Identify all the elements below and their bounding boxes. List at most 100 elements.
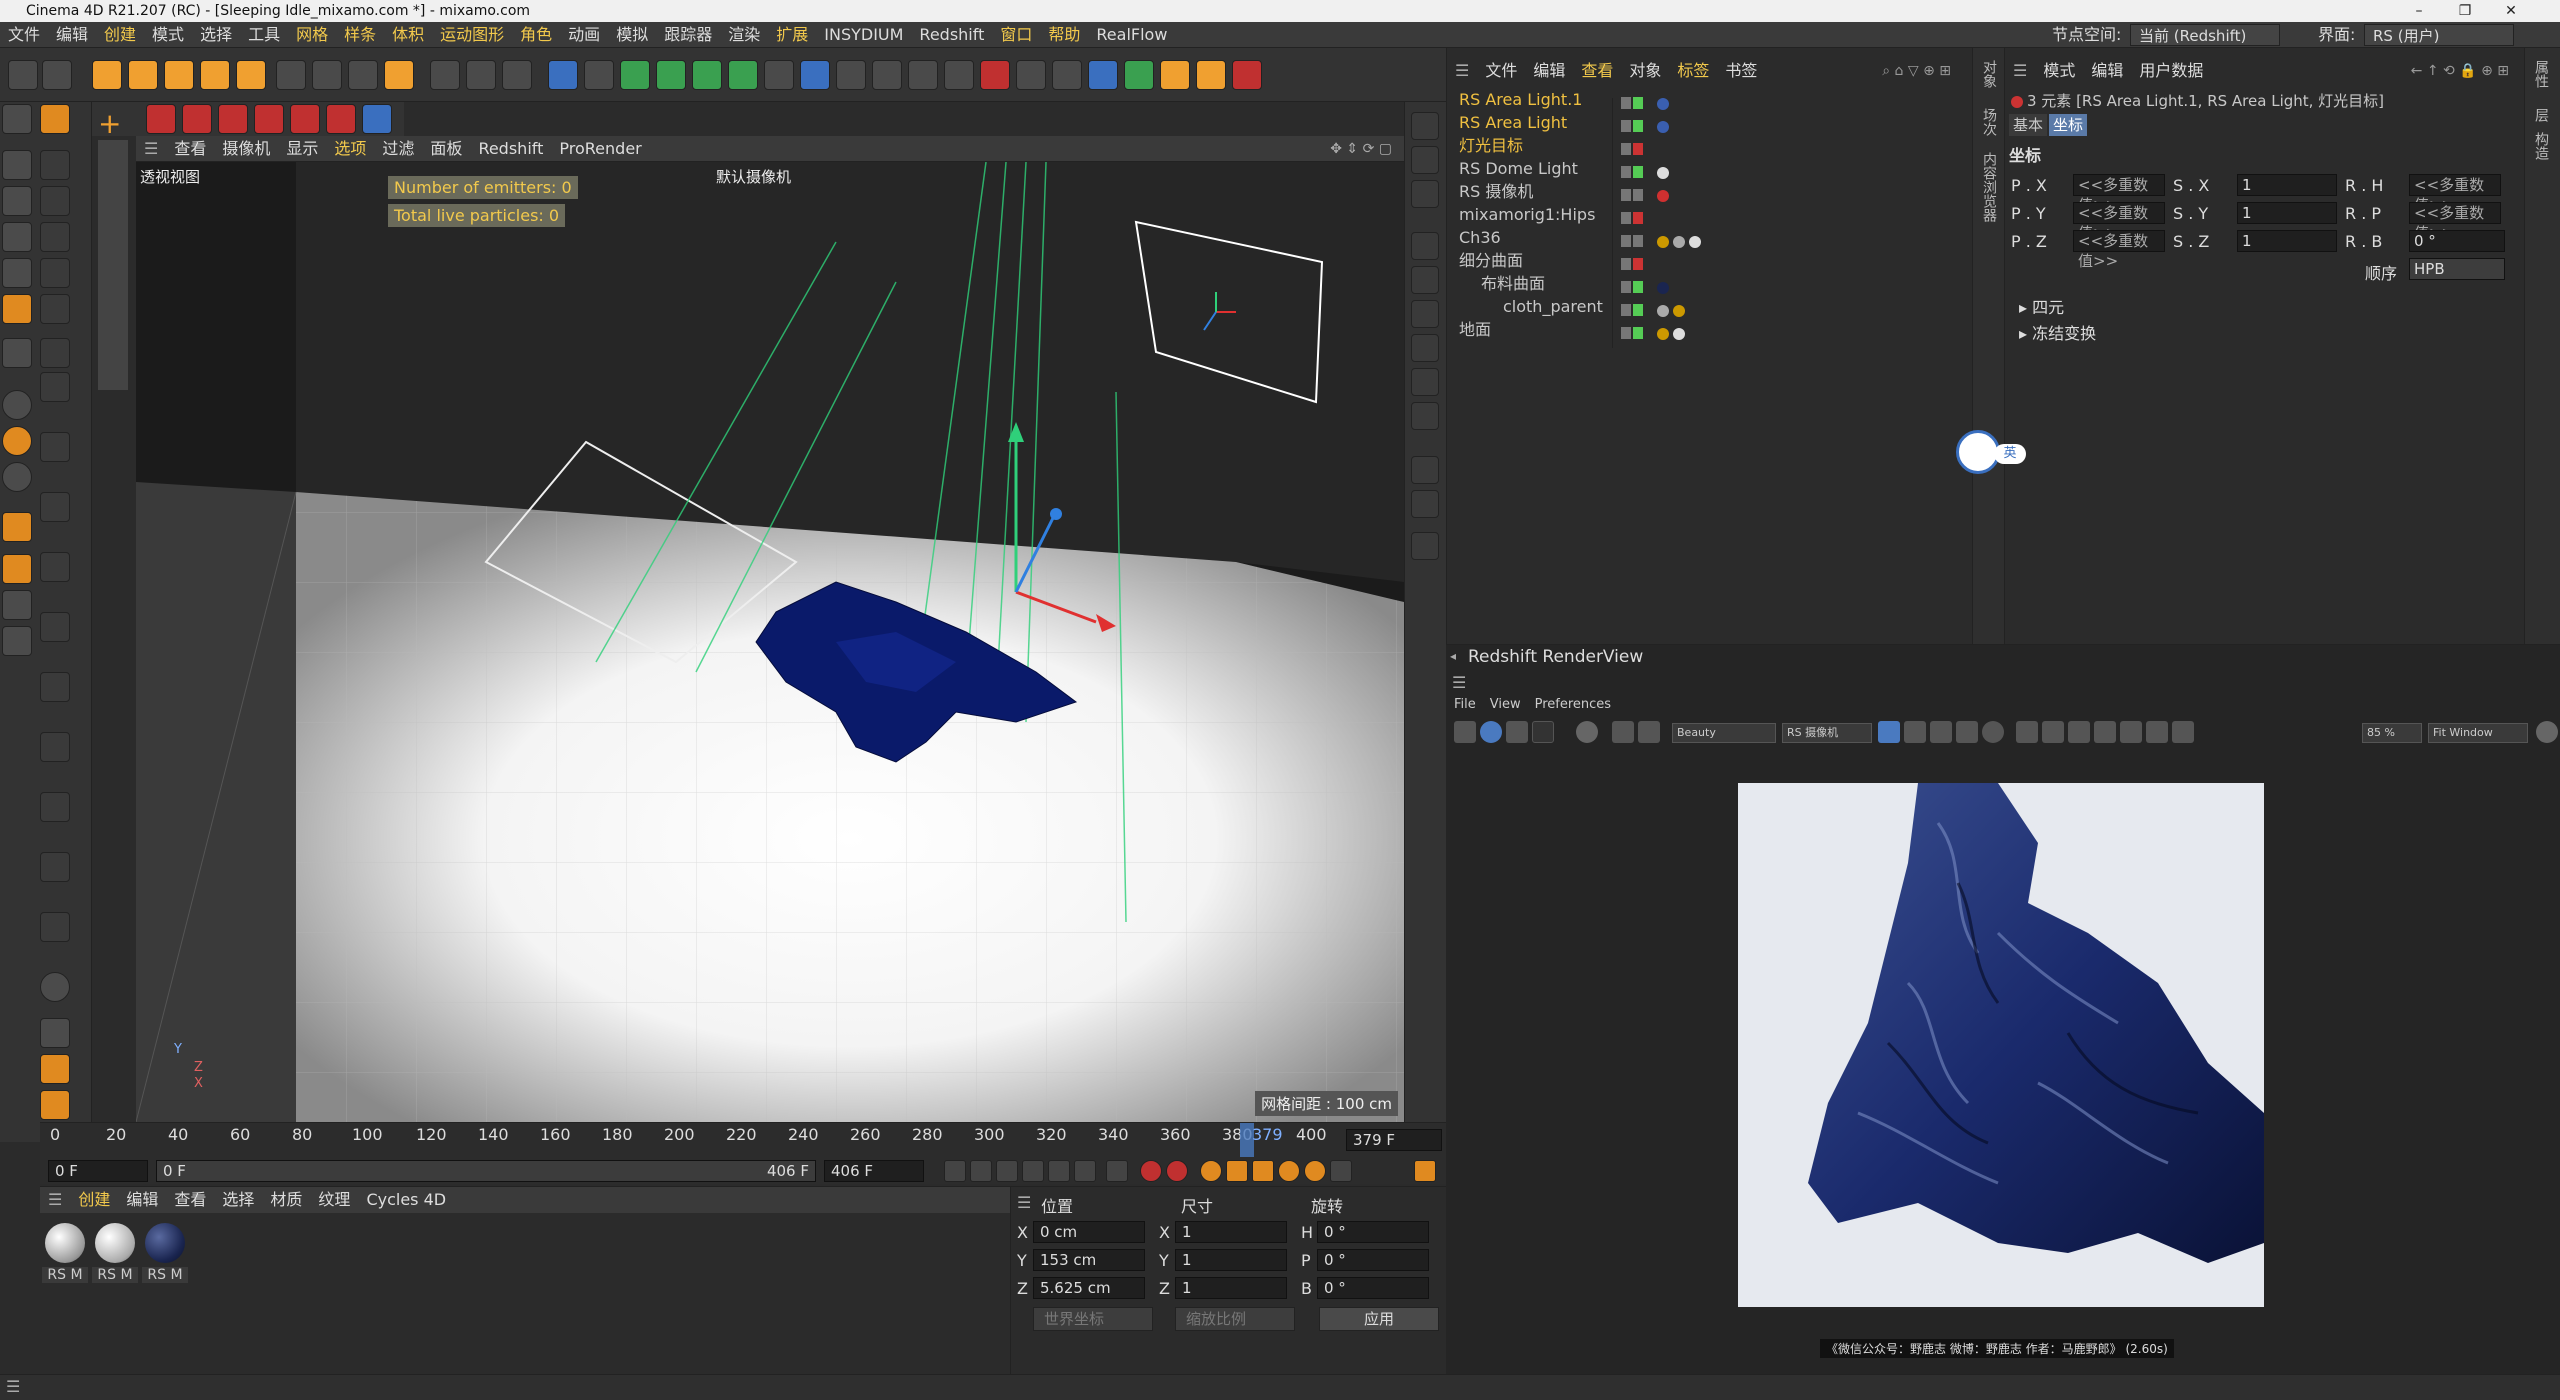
make-editable-icon[interactable] [2,104,32,134]
menu-item[interactable]: Redshift [911,22,992,48]
tool-icon[interactable] [1411,112,1439,140]
render-settings-icon[interactable] [502,60,532,90]
collapse-icon[interactable]: ◂ [1450,649,1456,663]
order-dropdown[interactable]: HPB [2409,258,2505,280]
point-mode-icon[interactable] [2,222,32,252]
size-x-field[interactable]: 1 [1175,1221,1287,1243]
menu-item[interactable]: 帮助 [1040,22,1088,48]
preview-range-slider[interactable]: 0 F 406 F [156,1160,816,1182]
circle-icon[interactable] [1982,721,2004,743]
layout-dropdown[interactable]: RS (用户) [2364,24,2514,46]
tool-icon[interactable] [40,552,70,582]
menu-item[interactable]: 选择 [192,22,240,48]
object-row[interactable]: 细分曲面 [1447,249,1973,272]
material-menu-item[interactable]: 纹理 [310,1187,358,1213]
realflow-icon[interactable] [1232,60,1262,90]
scale-dropdown[interactable]: 缩放比例 [1175,1307,1295,1331]
render-view-icon[interactable] [466,60,496,90]
r-h-field[interactable]: <<多重数值>> [2409,174,2501,214]
ime-indicator[interactable]: 英 [1954,428,2028,476]
material-swatch[interactable]: RS M [142,1223,188,1285]
move-icon[interactable] [128,60,158,90]
timeline-icon[interactable] [1414,1160,1436,1182]
tag-icon[interactable] [1657,327,1669,340]
object-visibility-flags[interactable] [1621,161,1645,178]
side-tab-attributes[interactable]: 属性 [2531,60,2551,88]
menu-item[interactable]: 跟踪器 [656,22,720,48]
qr-icon[interactable] [1088,60,1118,90]
goto-start-icon[interactable] [944,1160,966,1182]
object-manager-tools[interactable]: ⌕ ⌂ ▽ ⊕ ⊞ [1874,58,1959,84]
node-space-dropdown[interactable]: 当前 (Redshift) [2130,24,2280,46]
texture-icon[interactable] [2,186,32,216]
viewport-menu-item[interactable]: ProRender [551,136,649,162]
crop-icon[interactable] [1638,721,1660,743]
light-icon[interactable] [872,60,902,90]
p-z-field[interactable]: <<多重数值>> [2073,230,2165,270]
menu-item[interactable]: 模式 [144,22,192,48]
material-swatch[interactable]: RS M [92,1223,138,1285]
texture-mode-icon[interactable] [40,104,70,134]
tool-icon[interactable] [1411,146,1439,174]
grid-icon[interactable] [1052,60,1082,90]
layer-icon[interactable] [2,554,32,584]
menu-item[interactable]: 运动图形 [432,22,512,48]
plugin-icon[interactable] [1124,60,1154,90]
object-row[interactable]: 布料曲面 [1447,272,1973,295]
aov-dropdown[interactable]: Beauty [1672,723,1776,743]
region-icon[interactable] [2016,721,2038,743]
object-menu-item[interactable]: 文件 [1477,58,1525,84]
attribute-menu-item[interactable]: 编辑 [2083,58,2131,84]
snapshot-icon[interactable] [1454,721,1476,743]
apply-button[interactable]: 应用 [1319,1307,1439,1331]
object-row[interactable]: RS Area Light.1 [1447,88,1973,111]
image-icon[interactable] [2094,721,2116,743]
tool-icon[interactable] [1411,402,1439,430]
object-menu-item[interactable]: 对象 [1621,58,1669,84]
model-mode-icon[interactable] [2,150,32,180]
object-visibility-flags[interactable] [1621,138,1645,155]
menu-item[interactable]: 创建 [96,22,144,48]
cloner-icon[interactable] [692,60,722,90]
brush-icon[interactable] [40,972,70,1002]
recent-tools-icon[interactable] [236,60,266,90]
tag-icon[interactable] [1673,304,1685,317]
r-b-field[interactable]: 0 ° [2409,230,2505,252]
rs-icon-2[interactable] [182,104,212,134]
axis-mode-icon[interactable] [2,338,32,368]
object-visibility-flags[interactable] [1621,184,1645,201]
fit-window-dropdown[interactable]: Fit Window [2428,723,2528,743]
snap-icon[interactable] [2,512,32,542]
object-row[interactable]: 灯光目标 [1447,134,1973,157]
dome-tag-icon[interactable] [1657,166,1669,179]
s-x-field[interactable]: 1 [2237,174,2337,196]
viewport-menu-item[interactable]: 过滤 [374,136,422,162]
tool-icon[interactable] [1411,532,1439,560]
hamburger-icon[interactable]: ☰ [40,1187,70,1213]
tool-icon[interactable] [40,150,70,180]
menu-item[interactable]: 文件 [0,22,48,48]
end-frame-field[interactable]: 406 F [824,1160,924,1182]
tool-icon[interactable] [1411,232,1439,260]
prev-key-icon[interactable] [970,1160,992,1182]
zoom-dropdown[interactable]: 85 % [2362,723,2422,743]
pos-z-field[interactable]: 5.625 cm [1033,1277,1145,1299]
menu-item[interactable]: 模拟 [608,22,656,48]
history-icon[interactable] [2146,721,2168,743]
s-y-field[interactable]: 1 [2237,202,2337,224]
material-menu-item[interactable]: 查看 [166,1187,214,1213]
viewport-menu-item[interactable]: 显示 [278,136,326,162]
camera-dropdown[interactable]: RS 摄像机 [1782,723,1872,743]
bend-icon[interactable] [764,60,794,90]
tool-icon[interactable] [1411,180,1439,208]
viewport-menu-item[interactable]: 查看 [166,136,214,162]
add-snapshot-icon[interactable] [2120,721,2142,743]
object-visibility-flags[interactable] [1621,299,1645,316]
material-menu-item[interactable]: 编辑 [118,1187,166,1213]
object-row[interactable]: 地面 [1447,318,1973,341]
object-row[interactable]: mixamorig1:Hips [1447,203,1973,226]
menu-item[interactable]: RealFlow [1088,22,1175,48]
side-tab-structure[interactable]: 构造 [2531,132,2551,160]
object-row[interactable]: Ch36 [1447,226,1973,249]
attribute-menu-item[interactable]: 用户数据 [2131,58,2211,84]
